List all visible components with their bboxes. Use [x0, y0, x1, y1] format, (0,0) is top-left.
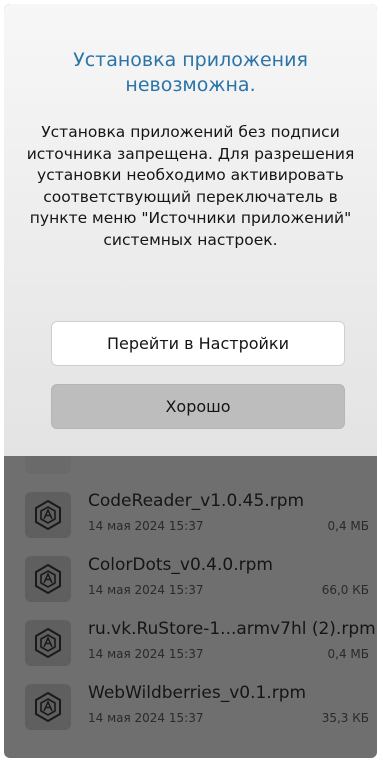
file-name: ColorDots_v0.4.0.rpm: [88, 555, 273, 575]
dialog-message: Установка приложений без подписи источни…: [26, 123, 355, 249]
file-date: 14 мая 2024 15:37: [88, 519, 204, 533]
open-settings-button[interactable]: Перейти в Настройки: [51, 321, 345, 366]
package-icon: [25, 492, 71, 538]
list-item[interactable]: ColorDots_v0.4.0.rpm 14 мая 2024 15:37 6…: [4, 550, 377, 608]
list-item[interactable]: ru.vk.RuStore-1...armv7hl (2).rpm 14 мая…: [4, 614, 377, 672]
file-size: 66,0 КБ: [321, 583, 369, 597]
file-size: 0,4 МБ: [327, 519, 369, 533]
list-item[interactable]: WebWildberries_v0.1.rpm 14 мая 2024 15:3…: [4, 678, 377, 736]
file-name: ru.vk.RuStore-1...armv7hl (2).rpm: [88, 619, 376, 639]
file-date: 14 мая 2024 15:37: [88, 583, 204, 597]
package-icon: [25, 556, 71, 602]
dialog-title: Установка приложения невозможна.: [73, 49, 308, 96]
file-size: 0,4 МБ: [327, 647, 369, 661]
file-date: 14 мая 2024 15:37: [88, 711, 204, 725]
list-item[interactable]: CodeReader_v1.0.45.rpm 14 мая 2024 15:37…: [4, 486, 377, 544]
phone-screen: CodeReader_v1.0.45.rpm 14 мая 2024 15:37…: [4, 4, 377, 758]
ok-button[interactable]: Хорошо: [51, 384, 345, 429]
file-size: 35,3 КБ: [321, 711, 369, 725]
file-name: CodeReader_v1.0.45.rpm: [88, 491, 305, 511]
install-error-dialog: Установка приложения невозможна. Установ…: [4, 4, 377, 456]
package-icon: [25, 684, 71, 730]
file-date: 14 мая 2024 15:37: [88, 647, 204, 661]
package-icon: [25, 620, 71, 666]
file-name: WebWildberries_v0.1.rpm: [88, 683, 307, 703]
